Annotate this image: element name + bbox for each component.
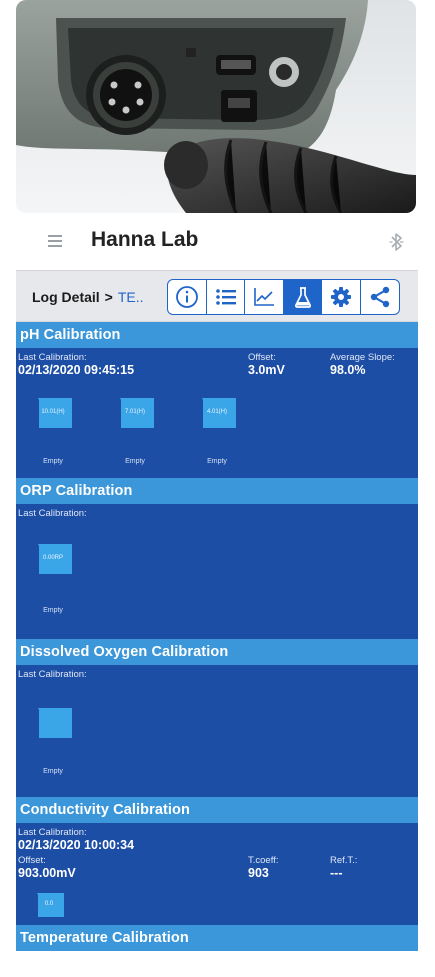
temperature-calibration-header: Temperature Calibration — [16, 925, 418, 951]
orp-last-calibration-label: Last Calibration: — [18, 508, 87, 519]
buffer-label: 10.01(H) — [41, 409, 65, 415]
ph-slope-value: 98.0% — [330, 363, 366, 377]
graph-icon — [254, 288, 274, 306]
share-icon — [370, 286, 389, 308]
ec-offset-value: 903.00mV — [18, 866, 76, 880]
do-buffer-1-status: Empty — [43, 768, 63, 775]
breadcrumb: Log Detail > TE.. — [32, 289, 144, 305]
ec-calibration-header: Conductivity Calibration — [16, 797, 418, 823]
app-header: Hanna Lab — [16, 213, 418, 270]
ph-buffer-3-status: Empty — [207, 458, 227, 465]
ph-calibration-panel: Last Calibration: 02/13/2020 09:45:15 Of… — [16, 348, 418, 478]
ph-buffer-2-status: Empty — [125, 458, 145, 465]
toolbar: Log Detail > TE.. — [16, 270, 418, 322]
ph-buffer-1[interactable]: 10.01(H) — [34, 398, 72, 428]
ec-last-calibration-value: 02/13/2020 10:00:34 — [18, 838, 135, 852]
buffer-label: 0.0 — [44, 901, 54, 907]
breadcrumb-separator: > — [104, 289, 113, 305]
breadcrumb-root[interactable]: Log Detail — [32, 289, 100, 305]
ec-tcoeff-label: T.coeff: — [248, 855, 279, 866]
ec-reft-label: Ref.T.: — [330, 855, 358, 866]
ph-slope-label: Average Slope: — [330, 352, 395, 363]
calibration-log: pH Calibration Last Calibration: 02/13/2… — [16, 322, 418, 951]
do-calibration-header: Dissolved Oxygen Calibration — [16, 639, 418, 665]
ph-last-calibration-label: Last Calibration: — [18, 352, 87, 363]
product-photo — [16, 0, 416, 213]
orp-buffer-1-status: Empty — [43, 607, 63, 614]
orp-calibration-header: ORP Calibration — [16, 478, 418, 504]
do-last-calibration-label: Last Calibration: — [18, 669, 87, 680]
ph-offset-value: 3.0mV — [248, 363, 285, 377]
ph-buffer-1-status: Empty — [43, 458, 63, 465]
share-button[interactable] — [359, 279, 400, 315]
list-button[interactable] — [205, 279, 246, 315]
hamburger-icon[interactable] — [48, 235, 62, 247]
info-icon — [176, 286, 198, 308]
list-icon — [215, 289, 236, 305]
settings-icon — [331, 287, 351, 307]
ph-calibration-header: pH Calibration — [16, 322, 418, 348]
info-button[interactable] — [167, 279, 207, 315]
view-tabs — [167, 279, 400, 315]
orp-calibration-panel: Last Calibration: 0.00RP Empty — [16, 504, 418, 639]
ec-reft-value: --- — [330, 866, 343, 880]
ec-offset-label: Offset: — [18, 855, 46, 866]
graph-button[interactable] — [244, 279, 284, 315]
ph-buffer-3[interactable]: 4.01(H) — [198, 398, 236, 428]
breadcrumb-current[interactable]: TE.. — [118, 289, 144, 305]
ph-offset-label: Offset: — [248, 352, 276, 363]
bluetooth-icon[interactable] — [388, 231, 406, 253]
buffer-label: 4.01(H) — [206, 409, 227, 415]
settings-button[interactable] — [321, 279, 361, 315]
buffer-label: 7.01(H) — [124, 409, 145, 415]
calibration-button[interactable] — [282, 279, 323, 315]
ec-buffer-1[interactable]: 0.0 — [34, 893, 64, 923]
buffer-label: 0.00RP — [42, 555, 63, 561]
do-calibration-panel: Last Calibration: Empty — [16, 665, 418, 797]
orp-buffer-1[interactable]: 0.00RP — [34, 544, 72, 574]
do-buffer-1[interactable] — [34, 708, 72, 738]
flask-icon — [294, 287, 311, 308]
app-title: Hanna Lab — [91, 228, 199, 251]
ph-buffer-2[interactable]: 7.01(H) — [116, 398, 154, 428]
ec-last-calibration-label: Last Calibration: — [18, 827, 87, 838]
ec-calibration-panel: Last Calibration: 02/13/2020 10:00:34 Of… — [16, 823, 418, 925]
ec-tcoeff-value: 903 — [248, 866, 269, 880]
ph-last-calibration-value: 02/13/2020 09:45:15 — [18, 363, 135, 377]
